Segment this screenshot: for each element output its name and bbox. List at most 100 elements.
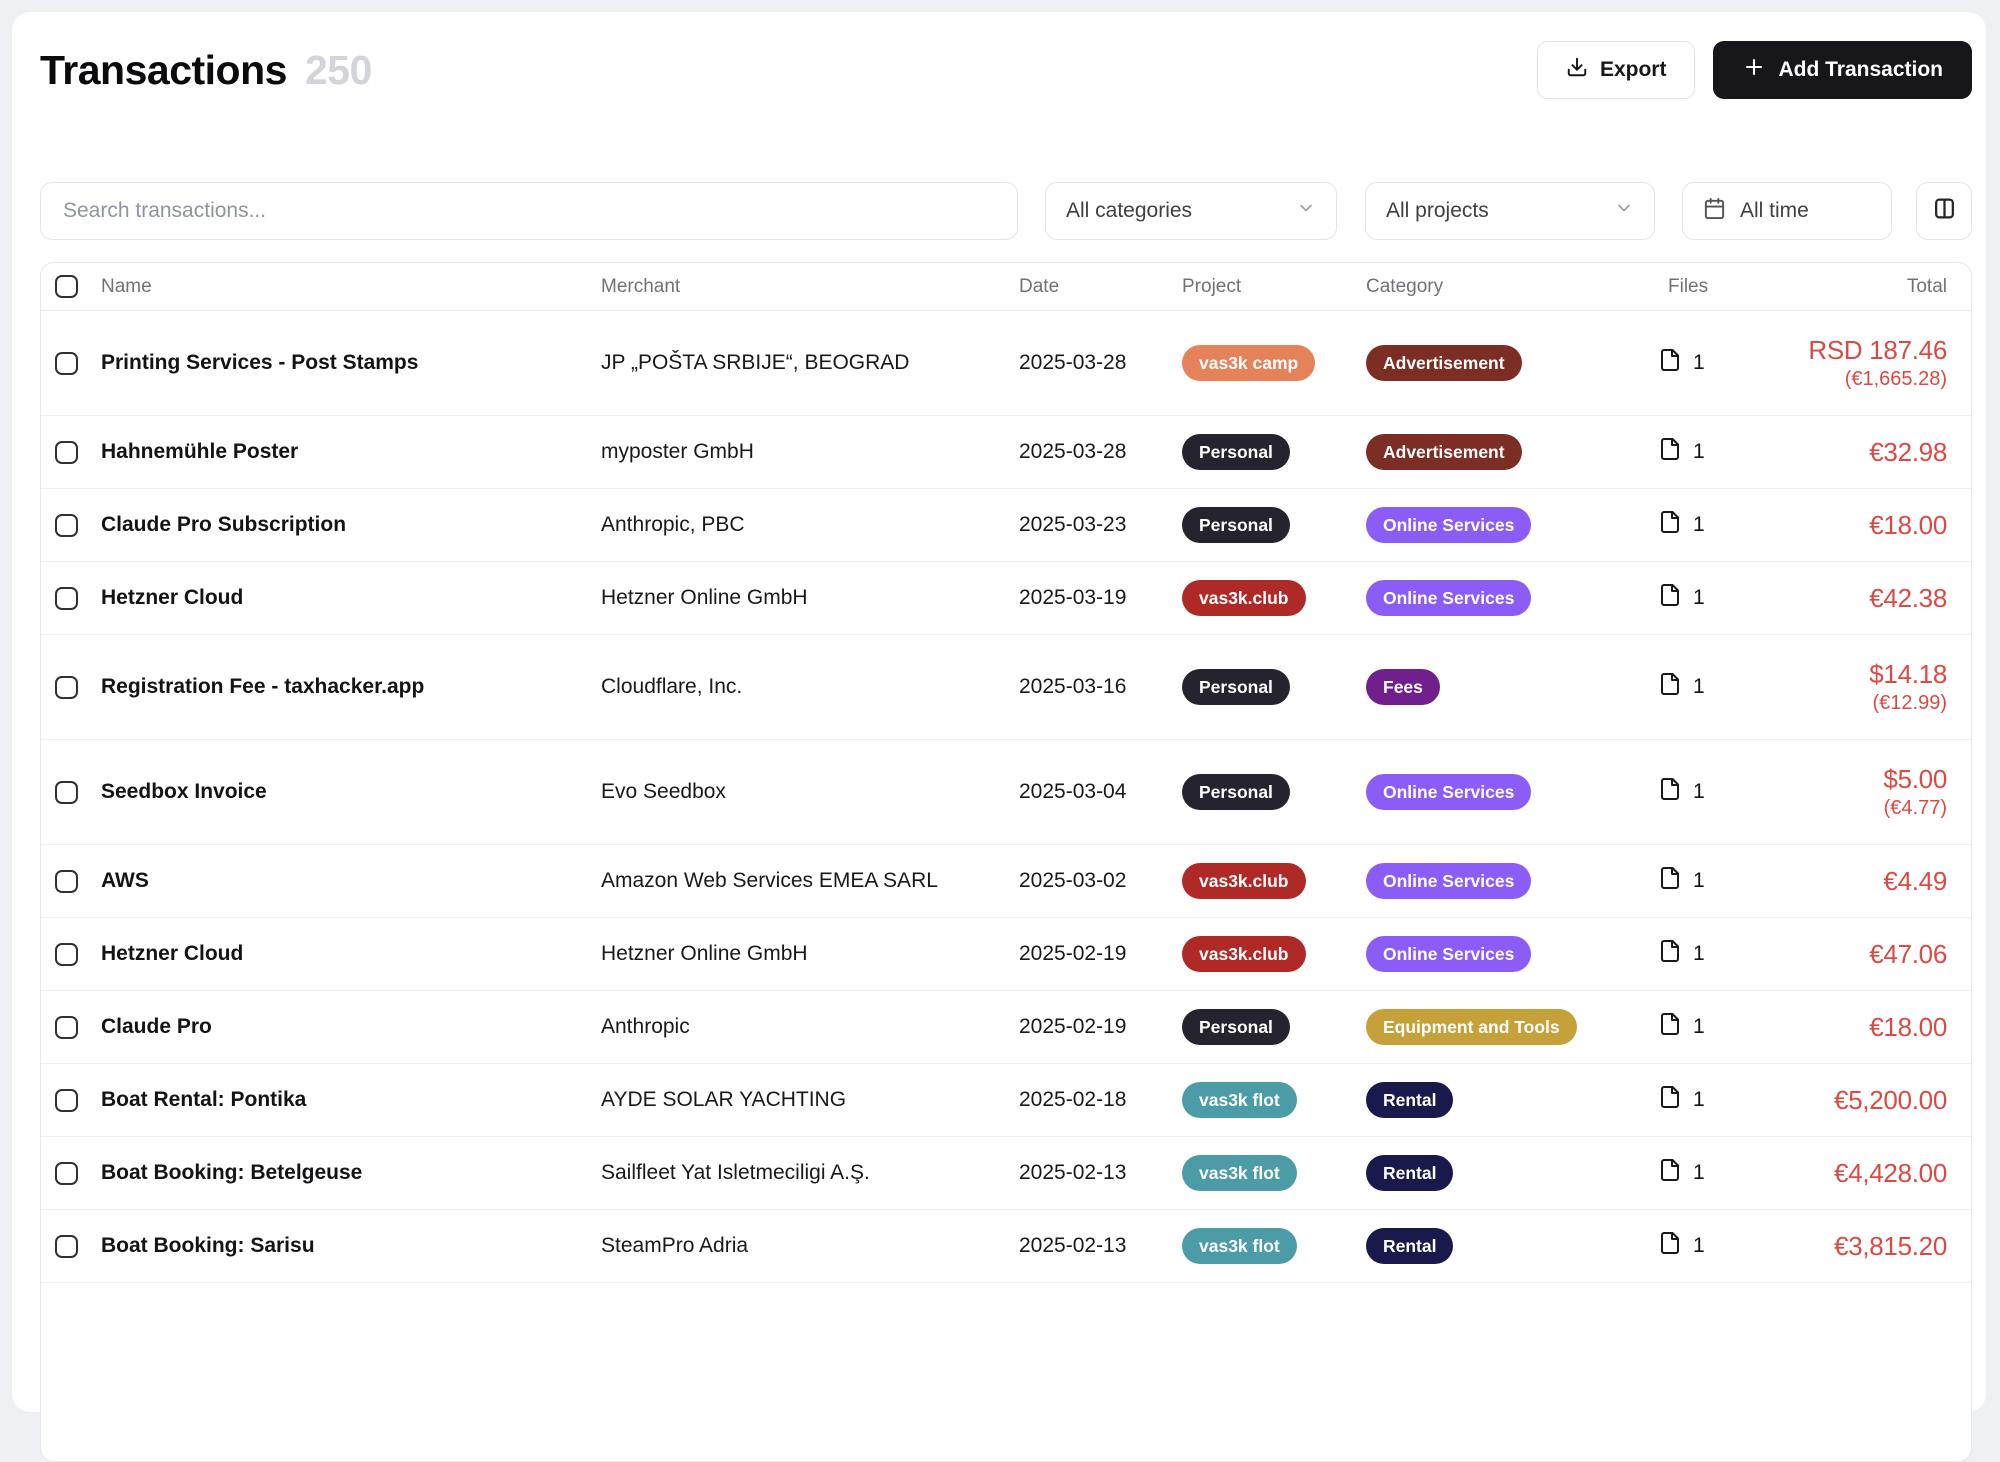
files-count: 1 [1693,440,1705,464]
row-files-cell: 1 [1658,510,1808,540]
table-row[interactable]: Hahnemühle Poster myposter GmbH 2025-03-… [41,416,1971,489]
export-button[interactable]: Export [1537,41,1696,99]
row-checkbox[interactable] [55,514,78,537]
row-project-cell: vas3k.club [1182,863,1366,899]
row-merchant: Hetzner Online GmbH [601,942,1019,966]
select-all-checkbox[interactable] [55,275,78,298]
file-icon [1658,672,1682,702]
download-icon [1566,56,1588,84]
category-badge: Online Services [1366,863,1531,899]
table-row[interactable]: Registration Fee - taxhacker.app Cloudfl… [41,635,1971,740]
header-total: Total [1808,276,1971,298]
transactions-table: Name Merchant Date Project Category File… [40,262,1972,1462]
header-merchant: Merchant [601,276,1019,298]
table-row[interactable]: Boat Booking: Sarisu SteamPro Adria 2025… [41,1210,1971,1283]
row-project-cell: Personal [1182,774,1366,810]
row-checkbox[interactable] [55,1089,78,1112]
row-files-cell: 1 [1658,1085,1808,1115]
table-row[interactable]: Hetzner Cloud Hetzner Online GmbH 2025-0… [41,918,1971,991]
file-icon [1658,1085,1682,1115]
row-project-cell: Personal [1182,669,1366,705]
table-row[interactable]: Claude Pro Anthropic 2025-02-19 Personal… [41,991,1971,1064]
project-badge: Personal [1182,1009,1290,1045]
category-badge: Rental [1366,1155,1453,1191]
row-total-cell: $14.18 (€12.99) [1808,658,1971,717]
add-transaction-button[interactable]: Add Transaction [1713,41,1972,99]
column-settings-button[interactable] [1916,182,1972,240]
row-files-cell: 1 [1658,583,1808,613]
row-checkbox[interactable] [55,676,78,699]
table-row[interactable]: Boat Booking: Betelgeuse Sailfleet Yat I… [41,1137,1971,1210]
date-range-value: All time [1740,199,1809,223]
row-checkbox[interactable] [55,587,78,610]
row-date: 2025-02-18 [1019,1088,1182,1112]
row-checkbox[interactable] [55,1016,78,1039]
filters-bar: All categories All projects All time [12,182,1986,240]
categories-filter[interactable]: All categories [1045,182,1337,240]
table-row[interactable]: Printing Services - Post Stamps JP „POŠT… [41,311,1971,416]
total-sub: (€1,665.28) [1808,366,1947,392]
row-checkbox[interactable] [55,870,78,893]
row-check-cell [41,352,101,375]
row-project-cell: vas3k flot [1182,1155,1366,1191]
row-category-cell: Rental [1366,1228,1658,1264]
row-checkbox[interactable] [55,441,78,464]
columns-icon [1932,196,1957,227]
total-amount: €4.49 [1808,865,1947,898]
row-checkbox[interactable] [55,1162,78,1185]
row-check-cell [41,587,101,610]
row-checkbox[interactable] [55,1235,78,1258]
row-files-cell: 1 [1658,1158,1808,1188]
row-check-cell [41,1162,101,1185]
row-checkbox[interactable] [55,943,78,966]
file-icon [1658,1231,1682,1261]
row-check-cell [41,1235,101,1258]
row-checkbox[interactable] [55,352,78,375]
row-project-cell: vas3k camp [1182,345,1366,381]
row-check-cell [41,676,101,699]
row-project-cell: vas3k flot [1182,1228,1366,1264]
row-merchant: Hetzner Online GmbH [601,586,1019,610]
project-badge: vas3k.club [1182,863,1306,899]
row-total-cell: €4,428.00 [1808,1157,1971,1190]
search-input[interactable] [40,182,1018,240]
file-icon [1658,866,1682,896]
table-row[interactable]: Seedbox Invoice Evo Seedbox 2025-03-04 P… [41,740,1971,845]
row-checkbox[interactable] [55,781,78,804]
row-category-cell: Online Services [1366,580,1658,616]
row-merchant: AYDE SOLAR YACHTING [601,1088,1019,1112]
file-icon [1658,437,1682,467]
table-row[interactable]: Boat Rental: Pontika AYDE SOLAR YACHTING… [41,1064,1971,1137]
row-date: 2025-03-02 [1019,869,1182,893]
date-range-filter[interactable]: All time [1682,182,1892,240]
categories-filter-value: All categories [1066,199,1192,223]
files-count: 1 [1693,869,1705,893]
row-name: Printing Services - Post Stamps [101,351,601,375]
row-category-cell: Rental [1366,1082,1658,1118]
files-count: 1 [1693,1088,1705,1112]
project-badge: Personal [1182,434,1290,470]
row-total-cell: €4.49 [1808,865,1971,898]
table-row[interactable]: AWS Amazon Web Services EMEA SARL 2025-0… [41,845,1971,918]
row-name: Boat Booking: Sarisu [101,1234,601,1258]
table-body: Printing Services - Post Stamps JP „POŠT… [41,311,1971,1283]
category-badge: Rental [1366,1082,1453,1118]
row-check-cell [41,514,101,537]
table-row[interactable]: Claude Pro Subscription Anthropic, PBC 2… [41,489,1971,562]
category-badge: Online Services [1366,936,1531,972]
files-count: 1 [1693,780,1705,804]
table-row[interactable]: Hetzner Cloud Hetzner Online GmbH 2025-0… [41,562,1971,635]
row-project-cell: vas3k.club [1182,580,1366,616]
page-header: Transactions 250 Export Add Transaction [40,40,1972,100]
transaction-count: 250 [305,47,372,94]
projects-filter[interactable]: All projects [1365,182,1655,240]
header-date: Date [1019,276,1182,298]
row-total-cell: €18.00 [1808,509,1971,542]
row-category-cell: Online Services [1366,936,1658,972]
row-date: 2025-03-28 [1019,440,1182,464]
row-merchant: Anthropic, PBC [601,513,1019,537]
row-name: Seedbox Invoice [101,780,601,804]
row-merchant: Anthropic [601,1015,1019,1039]
category-badge: Fees [1366,669,1440,705]
row-total-cell: €32.98 [1808,436,1971,469]
